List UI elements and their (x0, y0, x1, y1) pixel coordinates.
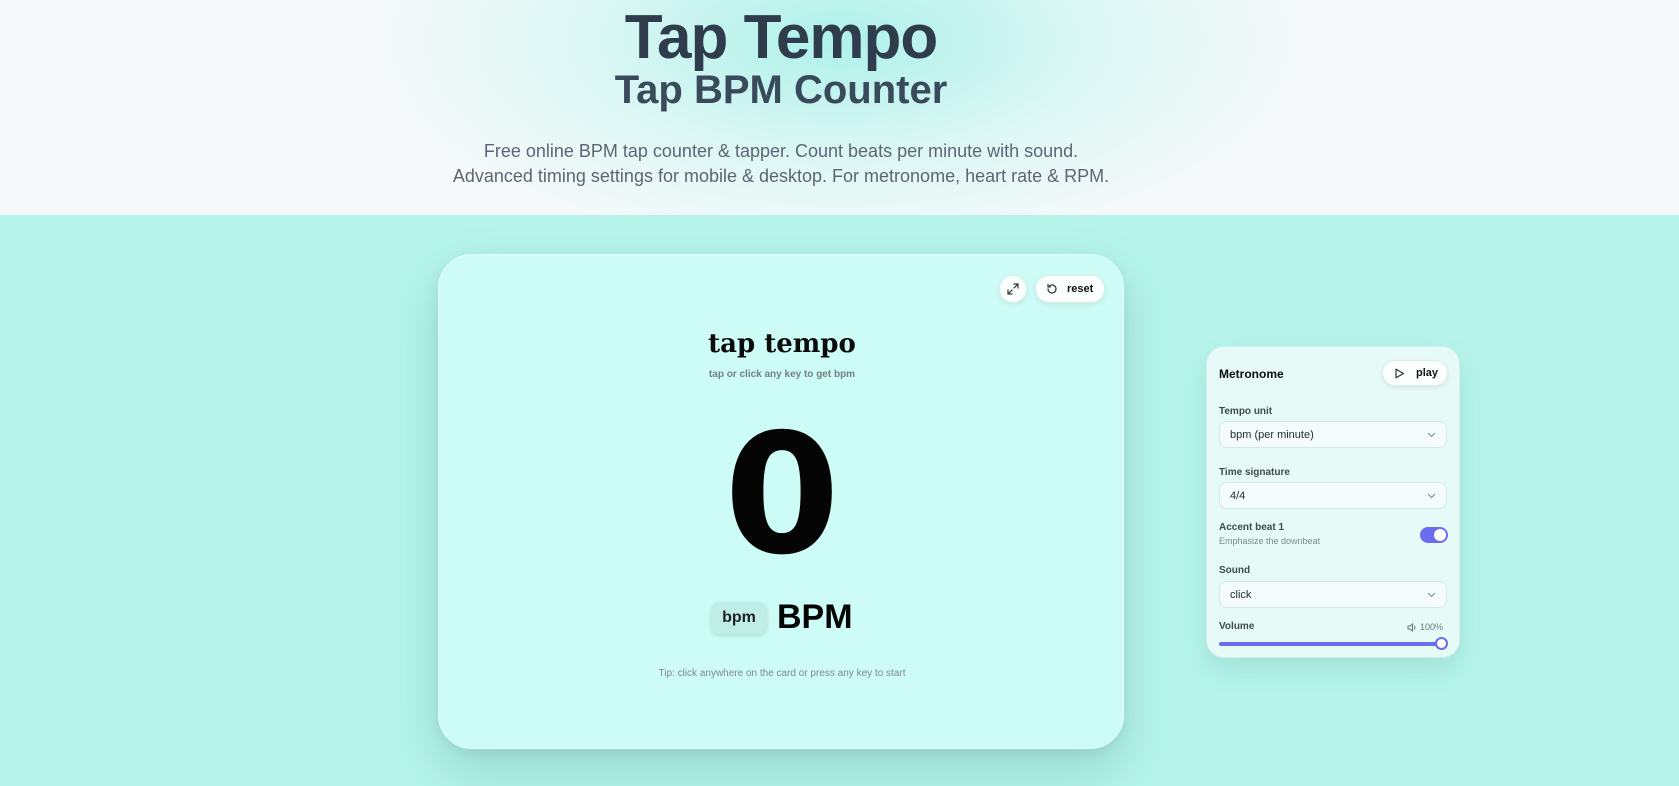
chevron-down-icon (1427, 432, 1436, 438)
volume-label: Volume (1219, 621, 1255, 632)
tap-tempo-card[interactable]: reset tap tempo tap or click any key to … (438, 254, 1124, 749)
reset-label: reset (1067, 283, 1094, 295)
volume-slider-thumb[interactable] (1435, 637, 1448, 650)
page-title: Tap Tempo (624, 3, 938, 72)
unit-label: BPM (777, 598, 853, 636)
speaker-icon (1407, 622, 1417, 632)
accent-beat-label: Accent beat 1 (1219, 522, 1285, 533)
reset-button[interactable]: reset (1035, 275, 1105, 303)
time-signature-select[interactable]: 4/4 (1219, 482, 1447, 509)
metronome-title: Metronome (1219, 367, 1284, 381)
volume-slider[interactable] (1219, 637, 1448, 650)
fullscreen-button[interactable] (999, 275, 1027, 303)
page-subtitle: Tap BPM Counter (614, 68, 948, 112)
play-button[interactable]: play (1382, 360, 1448, 386)
card-hint: tap or click any key to get bpm (708, 369, 856, 380)
accent-beat-toggle[interactable] (1420, 527, 1448, 543)
time-signature-label: Time signature (1219, 467, 1290, 478)
accent-beat-description: Emphasize the downbeat (1219, 536, 1321, 546)
unit-toggle-button[interactable]: bpm (711, 602, 767, 634)
time-signature-value: 4/4 (1230, 489, 1246, 502)
card-title: tap tempo (708, 329, 856, 359)
tempo-unit-value: bpm (per minute) (1230, 428, 1314, 441)
sound-label: Sound (1219, 565, 1251, 576)
play-label: play (1416, 367, 1439, 379)
tempo-unit-select[interactable]: bpm (per minute) (1219, 421, 1447, 448)
volume-readout: 100% (1407, 622, 1443, 632)
volume-slider-fill (1219, 642, 1441, 646)
toggle-knob (1434, 529, 1446, 541)
page-description-line-2: Advanced timing settings for mobile & de… (452, 166, 1110, 186)
chevron-down-icon (1427, 493, 1436, 499)
expand-icon (1007, 283, 1019, 295)
play-icon (1394, 368, 1405, 379)
page-description-line-1: Free online BPM tap counter & tapper. Co… (483, 141, 1079, 161)
metronome-panel: Metronome play Tempo unit bpm (per minut… (1206, 346, 1460, 658)
bpm-readout: 0 (724, 399, 840, 592)
card-tip: Tip: click anywhere on the card or press… (658, 668, 906, 679)
sound-select[interactable]: click (1219, 581, 1447, 608)
reset-icon (1046, 283, 1058, 295)
sound-value: click (1230, 588, 1252, 601)
tempo-unit-label: Tempo unit (1219, 406, 1273, 417)
volume-percent: 100% (1420, 622, 1444, 632)
chevron-down-icon (1427, 592, 1436, 598)
hero-section: Tap Tempo Tap BPM Counter Free online BP… (0, 0, 1679, 215)
